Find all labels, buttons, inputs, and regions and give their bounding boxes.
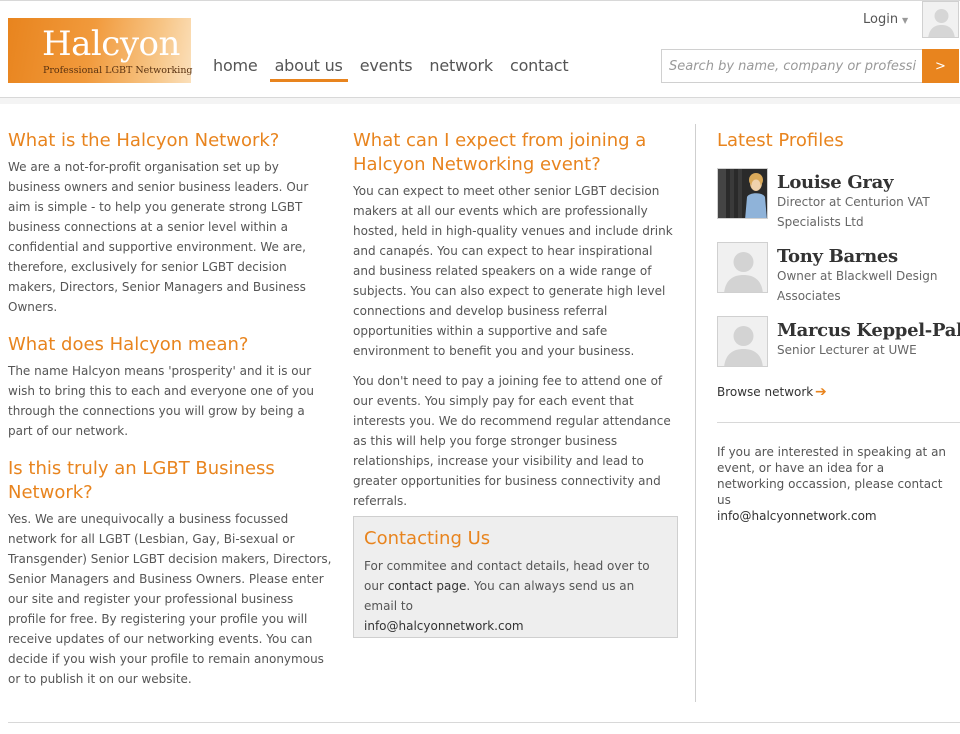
profile-name[interactable]: Tony Barnes [777, 246, 898, 267]
contact-heading: Contacting Us [364, 528, 491, 549]
user-avatar[interactable] [922, 1, 959, 38]
profile-card[interactable]: Louise Gray Director at Centurion VAT Sp… [717, 168, 960, 242]
speaking-text: If you are interested in speaking at an … [717, 445, 947, 507]
profiles-sidebar: Latest Profiles Louise Gray Director at … [717, 129, 960, 523]
nav-home[interactable]: home [213, 56, 258, 82]
search-button[interactable]: > [922, 49, 959, 83]
about-column: What is the Halcyon Network? We are a no… [8, 129, 333, 705]
nav-network[interactable]: network [429, 56, 493, 82]
arrow-right-icon[interactable]: ➔ [815, 384, 827, 400]
section-body-lgbt: Yes. We are unequivocally a business foc… [8, 512, 332, 686]
section-heading-lgbt: Is this truly an LGBT Business Network? [8, 458, 275, 503]
section-body-meaning: The name Halcyon means 'prosperity' and … [8, 364, 314, 438]
section-heading-meaning: What does Halcyon mean? [8, 334, 249, 355]
caret-down-icon[interactable]: ▼ [902, 16, 908, 25]
top-border [0, 0, 960, 1]
speaking-info: If you are interested in speaking at an … [717, 444, 955, 524]
contact-page-link[interactable]: contact page [388, 579, 467, 593]
latest-profiles-heading: Latest Profiles [717, 130, 844, 151]
events-heading: What can I expect from joining a Halcyon… [353, 130, 647, 175]
column-divider [695, 124, 696, 702]
events-column: What can I expect from joining a Halcyon… [353, 129, 678, 521]
contact-text: For commitee and contact details, head o… [364, 556, 667, 636]
profile-photo[interactable] [717, 168, 768, 219]
logo-title: Halcyon [42, 24, 180, 64]
section-body-what-is: We are a not-for-profit organisation set… [8, 160, 309, 314]
placeholder-avatar-icon [718, 243, 767, 292]
events-para-1: You can expect to meet other senior LGBT… [353, 184, 673, 358]
nav-about-us[interactable]: about us [269, 56, 348, 82]
profile-name[interactable]: Marcus Keppel-Palmer [777, 320, 960, 341]
footer-divider [8, 722, 960, 723]
profile-card[interactable]: Marcus Keppel-Palmer Senior Lecturer at … [717, 316, 960, 390]
nav-events[interactable]: events [360, 56, 413, 82]
search-input[interactable] [661, 49, 923, 83]
contact-email-link[interactable]: info@halcyonnetwork.com [364, 619, 524, 633]
header-band [0, 98, 960, 104]
login-link[interactable]: Login [863, 12, 898, 27]
placeholder-avatar-icon [718, 317, 767, 366]
profile-card[interactable]: Tony Barnes Owner at Blackwell Design As… [717, 242, 960, 316]
profile-photo-image [718, 169, 767, 218]
events-para-2: You don't need to pay a joining fee to a… [353, 374, 671, 508]
profile-role: Senior Lecturer at UWE [777, 343, 917, 357]
sidebar-divider [717, 422, 960, 423]
profile-name[interactable]: Louise Gray [777, 172, 893, 193]
halcyon-logo[interactable]: Halcyon Professional LGBT Networking [8, 18, 193, 83]
sidebar-email-link[interactable]: info@halcyonnetwork.com [717, 509, 877, 523]
section-heading-what-is: What is the Halcyon Network? [8, 130, 280, 151]
profile-photo[interactable] [717, 316, 768, 367]
profile-photo[interactable] [717, 242, 768, 293]
profile-role: Director at Centurion VAT Specialists Lt… [777, 195, 930, 229]
user-silhouette-icon [923, 2, 958, 37]
browse-network-link[interactable]: Browse network [717, 385, 813, 399]
contact-box: Contacting Us For commitee and contact d… [353, 516, 678, 638]
logo-subtitle: Professional LGBT Networking [43, 65, 193, 76]
profile-role: Owner at Blackwell Design Associates [777, 269, 938, 303]
main-nav: home about us events network contact [213, 56, 585, 82]
nav-contact[interactable]: contact [510, 56, 569, 82]
